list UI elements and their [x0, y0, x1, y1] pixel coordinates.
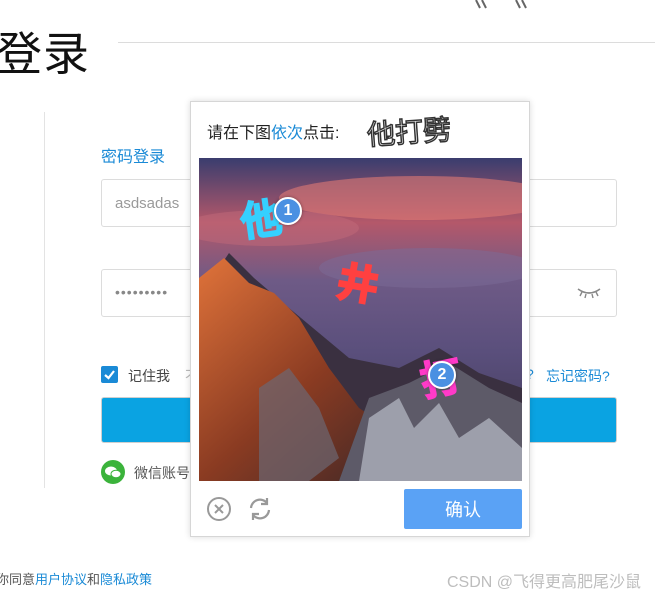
close-icon[interactable] [206, 496, 232, 522]
remember-me-checkbox[interactable] [101, 366, 118, 383]
left-divider [44, 112, 45, 488]
privacy-link[interactable]: 隐私政策 [100, 572, 152, 587]
captcha-prompt-before: 请在下图 [207, 125, 272, 142]
confirm-button[interactable]: 确认 [404, 489, 522, 529]
tab-password-login[interactable]: 密码登录 [101, 143, 165, 167]
refresh-icon[interactable] [246, 496, 274, 522]
agreement-text: 你同意用户协议和隐私政策 [0, 569, 152, 588]
remember-me-label: 记住我 [128, 368, 170, 384]
captcha-prompt: 请在下图依次点击: [207, 119, 339, 143]
captcha-target-characters: 他打劈 [365, 112, 453, 150]
captcha-dialog: 请在下图依次点击: 他打劈 他 井 1 2 确认 [190, 101, 530, 537]
terms-link[interactable]: 用户协议 [35, 572, 87, 587]
watermark: CSDN @飞得更高肥尾沙鼠 [446, 574, 641, 591]
username-value: asdsadas [115, 195, 180, 212]
eye-closed-icon[interactable] [576, 286, 602, 300]
wechat-icon[interactable] [101, 460, 125, 484]
click-marker-2[interactable]: 2 [428, 361, 456, 389]
wechat-login-label: 微信账号 [134, 465, 190, 481]
wechat-glyph [105, 466, 122, 479]
page-title: 登录 [0, 27, 90, 81]
forgot-password-link[interactable]: 忘记密码? [546, 366, 610, 386]
captcha-prompt-highlight: 依次 [271, 125, 304, 142]
captcha-scene: 他 井 打 [199, 158, 522, 481]
captcha-image[interactable]: 他 井 打 1 2 [199, 158, 522, 481]
title-divider [118, 42, 655, 43]
captcha-prompt-after: 点击: [303, 125, 340, 142]
agreement-prefix: 你同意 [0, 572, 36, 587]
check-icon [104, 370, 115, 380]
click-marker-1[interactable]: 1 [274, 197, 302, 225]
captcha-target-text: 他打劈 [366, 113, 452, 150]
captcha-char-2: 井 [334, 259, 381, 311]
password-value: ••••••••• [115, 284, 169, 300]
top-decoration [475, 0, 527, 9]
agreement-and: 和 [87, 572, 101, 587]
